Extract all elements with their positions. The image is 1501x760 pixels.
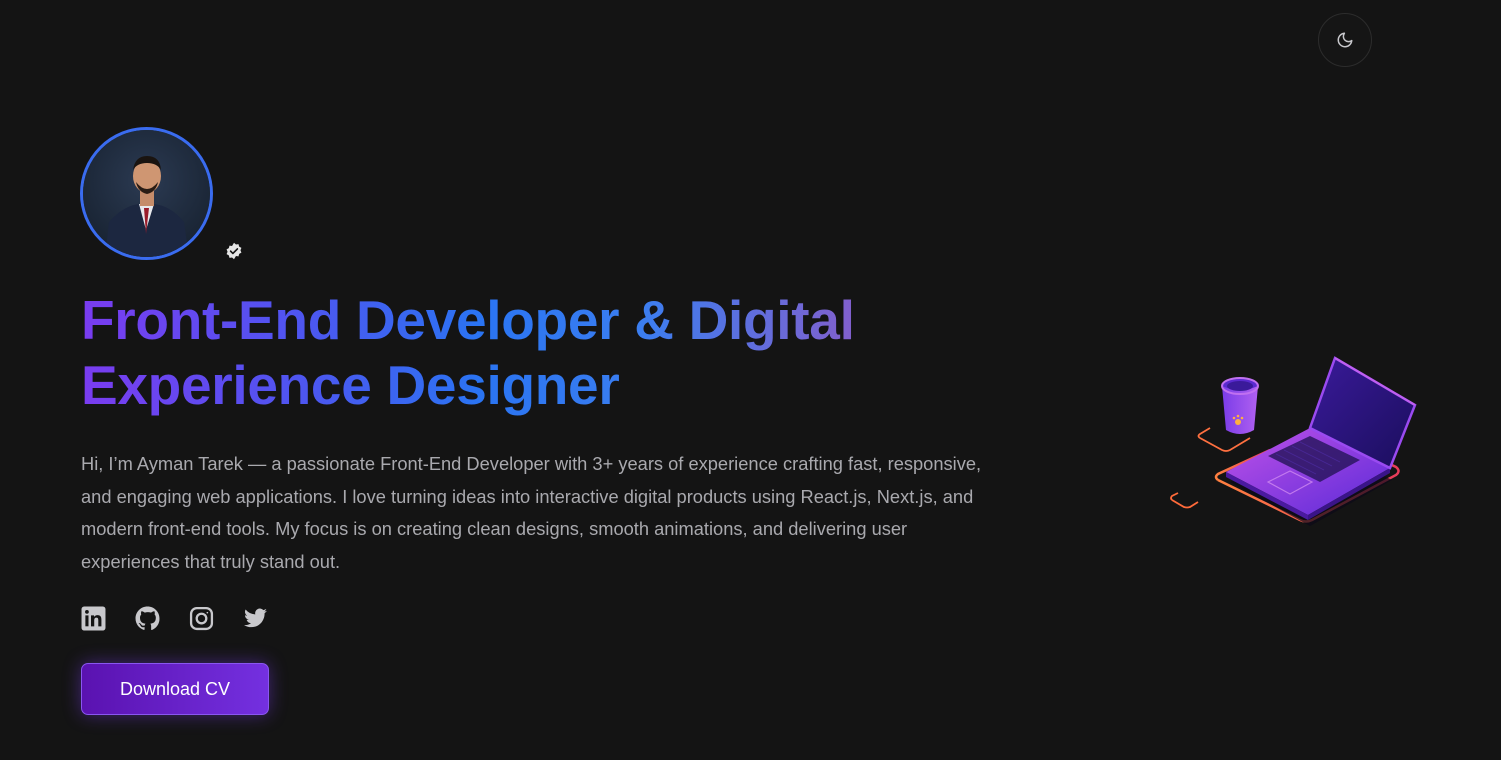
theme-toggle-button[interactable] [1318, 13, 1372, 67]
hero-bio: Hi, I’m Ayman Tarek — a passionate Front… [81, 453, 982, 572]
instagram-icon [189, 606, 214, 631]
avatar-container [80, 127, 213, 260]
laptop-illustration [1170, 356, 1417, 526]
headline-line-2: Experience Designer [81, 354, 620, 416]
hero-headline: Front-End Developer & Digital Experience … [81, 288, 881, 418]
avatar [80, 127, 213, 260]
instagram-link[interactable] [189, 606, 214, 631]
social-links [81, 606, 268, 631]
verified-badge-icon [226, 242, 242, 260]
page: Front-End Developer & Digital Experience … [0, 0, 1501, 760]
github-link[interactable] [135, 606, 160, 631]
twitter-link[interactable] [243, 606, 268, 631]
linkedin-link[interactable] [81, 606, 106, 631]
headline-line-1: Front-End Developer & Digital [81, 289, 855, 351]
download-cv-button[interactable]: Download CV [81, 663, 269, 715]
github-icon [135, 606, 160, 630]
linkedin-icon [81, 606, 106, 631]
twitter-icon [244, 608, 267, 628]
moon-icon [1337, 32, 1353, 48]
avatar-photo [83, 130, 210, 257]
